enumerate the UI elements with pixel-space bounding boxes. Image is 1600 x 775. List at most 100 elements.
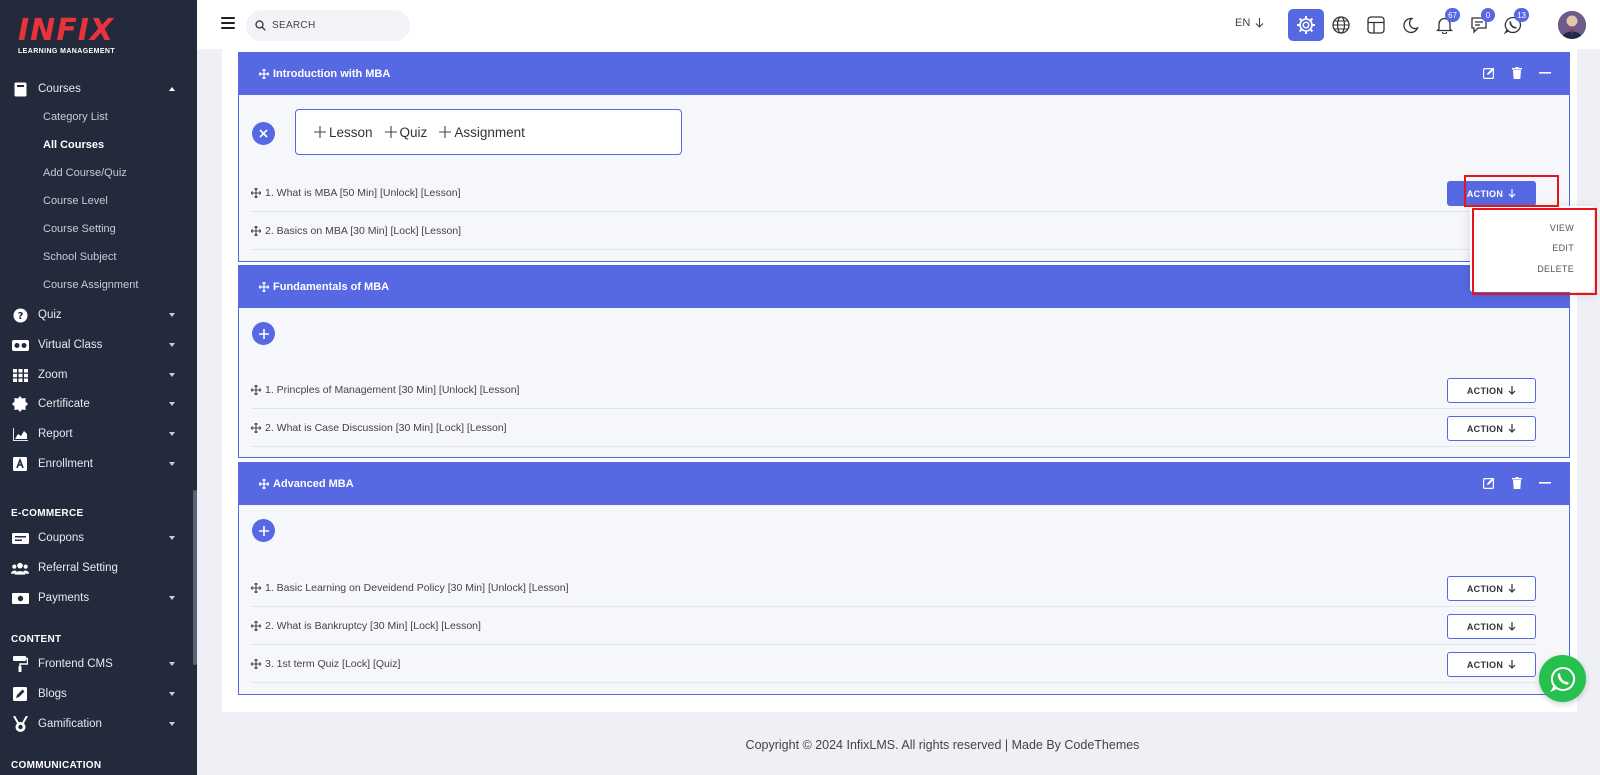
blog-icon: [11, 686, 29, 702]
action-button[interactable]: ACTION: [1447, 416, 1536, 441]
search-input[interactable]: [272, 20, 392, 31]
sidebar-subitem-add-course[interactable]: Add Course/Quiz: [43, 167, 127, 179]
add-content-box: Lesson Quiz Assignment: [295, 109, 682, 155]
section-header[interactable]: Fundamentals of MBA: [239, 266, 1569, 308]
coupon-icon: [11, 530, 29, 546]
lesson-title: 3. 1st term Quiz [Lock] [Quiz]: [265, 657, 401, 670]
section-title-content: CONTENT: [11, 634, 62, 645]
sidebar-subitem-course-level[interactable]: Course Level: [43, 195, 108, 207]
trash-icon[interactable]: [1512, 67, 1522, 79]
enrollment-icon: [11, 456, 29, 472]
sidebar-subitem-all-courses[interactable]: All Courses: [43, 139, 104, 151]
lesson-title: 2. What is Case Discussion [30 Min] [Loc…: [265, 421, 507, 434]
move-icon[interactable]: [259, 479, 269, 489]
move-icon[interactable]: [251, 225, 261, 236]
plus-icon: [439, 126, 452, 138]
sidebar-item-enrollment[interactable]: Enrollment: [0, 451, 193, 477]
chart-icon: [11, 426, 29, 442]
close-add-button[interactable]: [252, 122, 275, 145]
action-button[interactable]: ACTION: [1447, 652, 1536, 677]
search-icon: [255, 20, 266, 31]
edit-icon[interactable]: [1483, 67, 1495, 79]
sidebar-item-referral-setting[interactable]: Referral Setting: [0, 555, 193, 581]
notifications-badge: 67: [1445, 8, 1460, 22]
sidebar-item-payments[interactable]: Payments: [0, 585, 193, 611]
sidebar-item-virtual-class[interactable]: Virtual Class: [0, 332, 193, 358]
move-icon[interactable]: [251, 620, 261, 631]
edit-icon[interactable]: [1483, 477, 1495, 489]
layout-button[interactable]: [1358, 9, 1394, 41]
top-header: EN 67 0 13: [197, 0, 1600, 49]
sidebar-item-blogs[interactable]: Blogs: [0, 681, 193, 707]
sidebar-item-certificate[interactable]: Certificate: [0, 391, 193, 417]
chevron-down-icon: [169, 402, 175, 406]
sidebar-subitem-course-setting[interactable]: Course Setting: [43, 223, 116, 235]
whatsapp-messages-button[interactable]: 13: [1495, 8, 1531, 41]
vr-icon: [11, 337, 29, 353]
sidebar-item-label: Gamification: [38, 718, 102, 730]
sidebar-item-coupons[interactable]: Coupons: [0, 525, 193, 551]
lesson-row: 1. What is MBA [50 Min] [Unlock] [Lesson…: [251, 174, 1536, 212]
sidebar-item-zoom[interactable]: Zoom: [0, 362, 193, 388]
sidebar-item-quiz[interactable]: ? Quiz: [0, 302, 193, 328]
add-assignment-button[interactable]: Assignment: [439, 125, 525, 140]
sidebar-subitem-course-assignment[interactable]: Course Assignment: [43, 279, 138, 291]
sidebar-scrollbar[interactable]: [193, 490, 197, 665]
menu-toggle-icon[interactable]: [221, 17, 235, 29]
sidebar-item-frontend-cms[interactable]: Frontend CMS: [0, 651, 193, 677]
move-icon[interactable]: [251, 582, 261, 593]
notifications-button[interactable]: 67: [1426, 8, 1462, 41]
sidebar-subitem-category-list[interactable]: Category List: [43, 111, 108, 123]
sidebar-item-label: Virtual Class: [38, 339, 103, 351]
messages-button[interactable]: 0: [1461, 8, 1497, 41]
lesson-title: 2. What is Bankruptcy [30 Min] [Lock] [L…: [265, 619, 481, 632]
lesson-row: 2. What is Bankruptcy [30 Min] [Lock] [L…: [251, 607, 1536, 645]
messages-badge: 0: [1481, 8, 1495, 22]
move-icon[interactable]: [251, 384, 261, 395]
sidebar-item-label: Courses: [38, 83, 81, 95]
book-icon: [11, 81, 29, 97]
trash-icon[interactable]: [1512, 477, 1522, 489]
add-content-button[interactable]: [252, 322, 275, 345]
whatsapp-chat-button[interactable]: [1539, 655, 1586, 702]
chevron-down-icon: [169, 662, 175, 666]
dark-mode-button[interactable]: [1392, 9, 1428, 41]
lesson-title: 1. Basic Learning on Deveidend Policy [3…: [265, 581, 569, 594]
move-icon[interactable]: [251, 422, 261, 433]
search-bar[interactable]: [246, 10, 410, 41]
language-selector[interactable]: EN: [1235, 17, 1264, 29]
plus-icon: [384, 126, 397, 138]
add-quiz-label: Quiz: [399, 124, 428, 140]
section-header[interactable]: Advanced MBA: [239, 463, 1569, 505]
section-title: Introduction with MBA: [273, 68, 391, 80]
arrow-down-icon: [1508, 386, 1516, 395]
sidebar-item-report[interactable]: Report: [0, 421, 193, 447]
action-label: ACTION: [1466, 385, 1504, 396]
avatar[interactable]: [1558, 11, 1586, 39]
logo-text: INFIX: [18, 13, 115, 48]
move-icon[interactable]: [259, 282, 269, 292]
move-icon[interactable]: [251, 658, 261, 669]
logo[interactable]: INFIX LEARNING MANAGEMENT: [18, 13, 115, 56]
sidebar-item-gamification[interactable]: Gamification: [0, 711, 193, 737]
collapse-icon[interactable]: [1539, 482, 1551, 484]
action-button[interactable]: ACTION: [1447, 378, 1536, 403]
website-button[interactable]: [1323, 9, 1359, 41]
action-button[interactable]: ACTION: [1447, 576, 1536, 601]
action-label: ACTION: [1466, 659, 1504, 670]
add-content-button[interactable]: [252, 519, 275, 542]
section-header[interactable]: Introduction with MBA: [239, 53, 1569, 95]
move-icon[interactable]: [251, 187, 261, 198]
section-title: Fundamentals of MBA: [273, 281, 390, 293]
chevron-down-icon: [169, 432, 175, 436]
move-icon[interactable]: [259, 69, 269, 79]
sidebar-item-courses[interactable]: Courses: [0, 76, 193, 102]
chevron-down-icon: [169, 722, 175, 726]
add-lesson-button[interactable]: Lesson: [314, 125, 373, 140]
collapse-icon[interactable]: [1539, 72, 1551, 74]
add-quiz-button[interactable]: Quiz: [384, 124, 428, 140]
settings-button[interactable]: [1288, 9, 1324, 41]
action-button[interactable]: ACTION: [1447, 614, 1536, 639]
sidebar-item-label: Blogs: [38, 688, 67, 700]
sidebar-subitem-school-subject[interactable]: School Subject: [43, 251, 116, 263]
